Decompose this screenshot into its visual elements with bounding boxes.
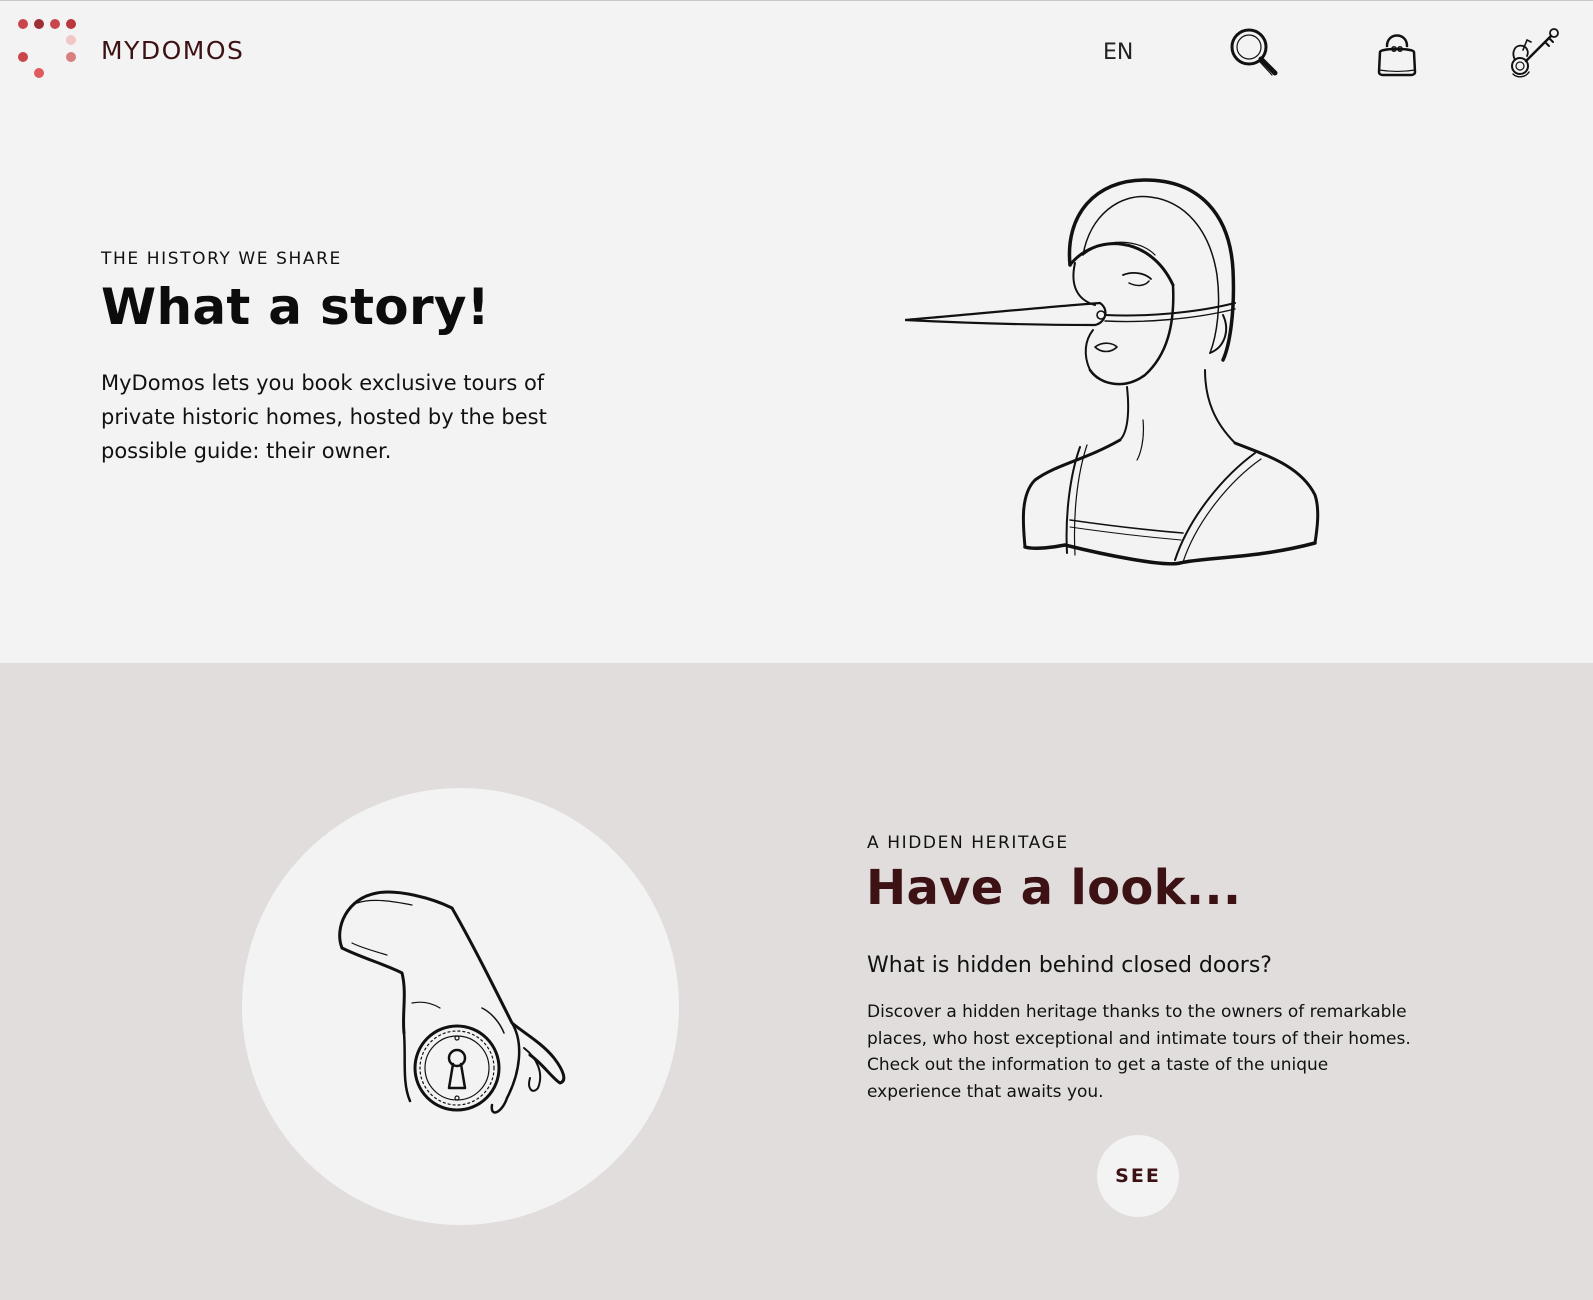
search-icon[interactable] [1225,22,1285,82]
illustration-circle [242,788,679,1225]
hero-description: MyDomos lets you book exclusive tours of… [101,371,547,463]
hero-title: What a story! [101,278,490,336]
long-nose-bust-illustration [905,178,1320,566]
hero-eyebrow: THE HISTORY WE SHARE [101,249,342,269]
see-button[interactable]: SEE [1097,1135,1179,1217]
section-title: Have a look... [866,860,1242,916]
site-header: MYDOMOS EN [0,0,1593,110]
bag-icon[interactable] [1367,22,1427,82]
keys-icon[interactable] [1505,22,1565,82]
language-selector[interactable]: EN [1103,40,1133,65]
section-subtitle: What is hidden behind closed doors? [867,953,1272,978]
section-eyebrow: A HIDDEN HERITAGE [867,833,1069,853]
hidden-heritage-section: A HIDDEN HERITAGE Have a look... What is… [0,663,1593,1300]
logo-dots-icon[interactable] [14,17,84,83]
brand-name[interactable]: MYDOMOS [101,36,244,65]
section-description: Discover a hidden heritage thanks to the… [867,1002,1411,1102]
hand-keyhole-illustration [338,890,566,1114]
